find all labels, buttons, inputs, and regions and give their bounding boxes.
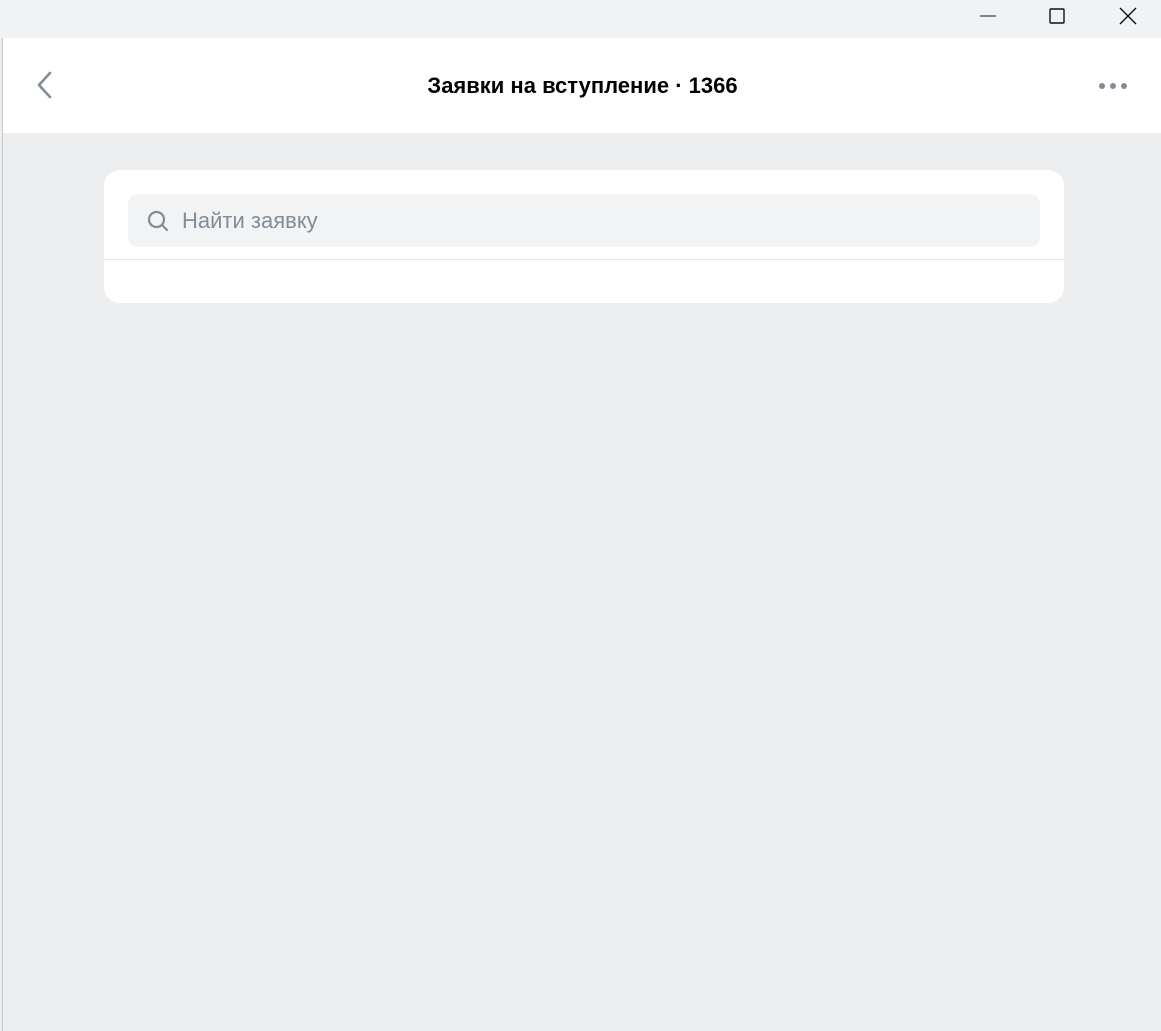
search-input[interactable] <box>182 194 1022 247</box>
divider <box>104 259 1064 260</box>
app-window: Заявки на вступление · 1366 <box>2 38 1161 1031</box>
more-button[interactable] <box>1093 70 1133 102</box>
minimize-icon <box>980 15 996 17</box>
close-button[interactable] <box>1105 0 1151 32</box>
maximize-button[interactable] <box>1034 0 1080 32</box>
search-box[interactable] <box>128 194 1040 247</box>
more-horizontal-icon <box>1099 83 1127 89</box>
requests-card <box>104 170 1064 303</box>
search-icon <box>147 210 169 232</box>
maximize-icon <box>1049 8 1065 24</box>
chevron-left-icon <box>37 71 52 99</box>
minimize-button[interactable] <box>965 0 1011 32</box>
window-titlebar <box>0 0 1161 38</box>
close-icon <box>1119 7 1137 25</box>
back-button[interactable] <box>27 67 63 103</box>
page-header: Заявки на вступление · 1366 <box>3 38 1161 133</box>
page-title: Заявки на вступление · 1366 <box>427 72 738 98</box>
